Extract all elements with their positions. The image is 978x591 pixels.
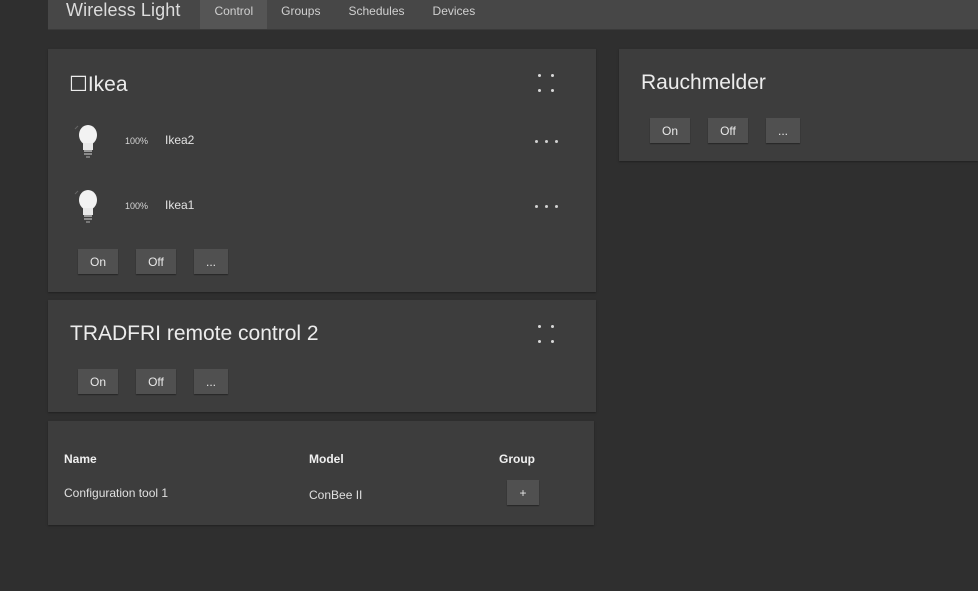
off-button[interactable]: Off bbox=[136, 369, 176, 394]
column-header-model: Model bbox=[309, 452, 344, 466]
bulb-icon bbox=[74, 125, 97, 158]
column-header-name: Name bbox=[64, 452, 97, 466]
light-menu-icon[interactable] bbox=[533, 199, 563, 213]
on-button[interactable]: On bbox=[78, 369, 118, 394]
group-menu-icon[interactable] bbox=[536, 74, 560, 94]
group-title: ☐Ikea bbox=[69, 73, 128, 96]
off-button[interactable]: Off bbox=[708, 118, 748, 143]
column-header-group: Group bbox=[499, 452, 535, 466]
add-to-group-button[interactable]: + bbox=[507, 480, 539, 505]
device-name: Configuration tool 1 bbox=[64, 486, 169, 500]
group-card-rauchmelder: Rauchmelder On Off ... bbox=[619, 49, 978, 161]
app-title: Wireless Light bbox=[66, 0, 181, 20]
group-title: Rauchmelder bbox=[641, 71, 766, 94]
tab-control[interactable]: Control bbox=[200, 0, 268, 29]
light-name: Ikea1 bbox=[165, 198, 195, 212]
light-name: Ikea2 bbox=[165, 133, 195, 147]
light-menu-icon[interactable] bbox=[533, 134, 563, 148]
on-button[interactable]: On bbox=[650, 118, 690, 143]
light-brightness: 100% bbox=[125, 201, 149, 211]
group-card-tradfri: TRADFRI remote control 2 On Off ... bbox=[48, 300, 596, 412]
more-button[interactable]: ... bbox=[194, 249, 228, 274]
off-button[interactable]: Off bbox=[136, 249, 176, 274]
light-brightness: 100% bbox=[125, 136, 149, 146]
group-card-ikea: ☐Ikea 100% Ikea2 100% Ikea1 On Off ... bbox=[48, 49, 596, 292]
group-menu-icon[interactable] bbox=[536, 325, 560, 345]
light-row-ikea2[interactable]: 100% Ikea2 bbox=[48, 121, 596, 161]
light-row-ikea1[interactable]: 100% Ikea1 bbox=[48, 186, 596, 226]
page: Wireless Light Control Groups Schedules … bbox=[0, 0, 978, 591]
device-model: ConBee II bbox=[309, 488, 363, 502]
tab-schedules[interactable]: Schedules bbox=[334, 0, 418, 25]
tab-devices[interactable]: Devices bbox=[419, 0, 490, 25]
tab-groups[interactable]: Groups bbox=[267, 0, 334, 25]
more-button[interactable]: ... bbox=[766, 118, 800, 143]
top-bar: Wireless Light Control Groups Schedules … bbox=[48, 0, 978, 30]
devices-table-card: Name Model Group Configuration tool 1 Co… bbox=[48, 421, 594, 525]
group-title: TRADFRI remote control 2 bbox=[70, 322, 319, 345]
on-button[interactable]: On bbox=[78, 249, 118, 274]
more-button[interactable]: ... bbox=[194, 369, 228, 394]
nav-tabs: Control Groups Schedules Devices bbox=[200, 0, 489, 29]
bulb-icon bbox=[74, 190, 97, 223]
